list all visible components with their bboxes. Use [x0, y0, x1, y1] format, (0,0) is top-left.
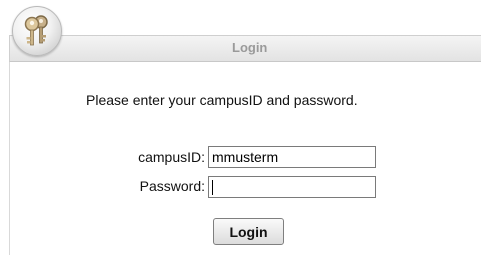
page-title: Login: [232, 40, 268, 55]
login-instructions: Please enter your campusID and password.: [86, 92, 358, 108]
text-cursor: [212, 180, 213, 195]
keys-icon-graphic: [24, 15, 48, 46]
campusid-input[interactable]: [208, 146, 376, 168]
login-panel: [9, 0, 481, 255]
password-input[interactable]: [208, 176, 376, 198]
campusid-label: campusID:: [138, 149, 205, 165]
panel-left-border: [9, 38, 10, 255]
login-button[interactable]: Login: [213, 218, 284, 245]
keys-icon: [12, 6, 62, 56]
password-label: Password:: [139, 178, 205, 194]
